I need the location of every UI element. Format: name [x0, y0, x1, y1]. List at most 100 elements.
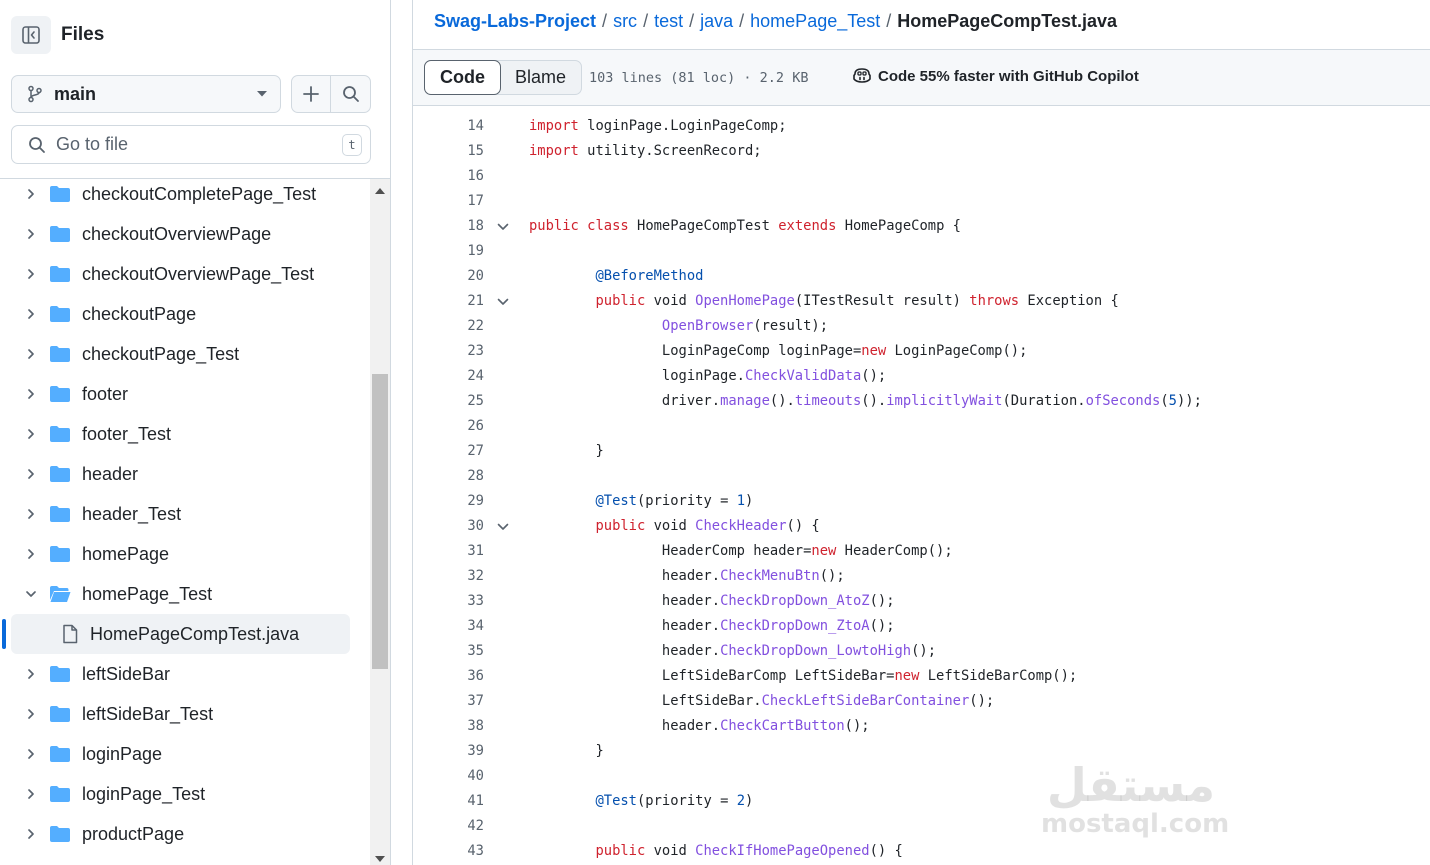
fold-chevron-icon[interactable] — [496, 520, 510, 534]
line-number[interactable]: 30 — [413, 514, 484, 539]
chevron-right-icon[interactable] — [24, 707, 38, 721]
chevron-right-icon[interactable] — [24, 307, 38, 321]
chevron-right-icon[interactable] — [24, 347, 38, 361]
tree-folder-item[interactable]: homePage_Test — [11, 574, 350, 614]
line-number[interactable]: 23 — [413, 339, 484, 364]
line-number[interactable]: 43 — [413, 839, 484, 864]
tree-folder-item[interactable]: checkoutOverviewPage — [11, 214, 350, 254]
code-viewer[interactable]: 14 import loginPage.LoginPageComp; 15 impor… — [413, 107, 1430, 865]
line-number[interactable]: 21 — [413, 289, 484, 314]
line-number[interactable]: 31 — [413, 539, 484, 564]
expand-toggle[interactable] — [23, 746, 39, 762]
tree-folder-item[interactable]: loginPage_Test — [11, 774, 350, 814]
line-number[interactable]: 42 — [413, 814, 484, 839]
fold-chevron-icon[interactable] — [496, 220, 510, 234]
tree-folder-item[interactable]: leftSideBar — [11, 654, 350, 694]
expand-toggle[interactable] — [23, 666, 39, 682]
line-number[interactable]: 34 — [413, 614, 484, 639]
tree-folder-item[interactable]: productPage — [11, 814, 350, 854]
line-number[interactable]: 33 — [413, 589, 484, 614]
line-number[interactable]: 28 — [413, 464, 484, 489]
line-number[interactable]: 26 — [413, 414, 484, 439]
chevron-right-icon[interactable] — [24, 747, 38, 761]
tree-folder-item[interactable]: checkoutPage — [11, 294, 350, 334]
line-number[interactable]: 27 — [413, 439, 484, 464]
tree-folder-item[interactable]: leftSideBar_Test — [11, 694, 350, 734]
breadcrumb-link-homepage-test[interactable]: homePage_Test — [750, 11, 880, 32]
line-number[interactable]: 20 — [413, 264, 484, 289]
chevron-right-icon[interactable] — [24, 787, 38, 801]
go-to-file-input[interactable]: Go to file t — [11, 125, 371, 164]
collapse-sidebar-button[interactable] — [11, 16, 51, 54]
expand-toggle[interactable] — [23, 466, 39, 482]
chevron-right-icon[interactable] — [24, 547, 38, 561]
line-number[interactable]: 14 — [413, 114, 484, 139]
expand-toggle[interactable] — [23, 266, 39, 282]
expand-toggle[interactable] — [23, 306, 39, 322]
expand-toggle[interactable] — [23, 586, 39, 602]
scrollbar-thumb[interactable] — [372, 374, 388, 669]
chevron-right-icon[interactable] — [24, 667, 38, 681]
line-number[interactable]: 15 — [413, 139, 484, 164]
tree-folder-item[interactable]: header — [11, 454, 350, 494]
tree-folder-item[interactable]: footer — [11, 374, 350, 414]
breadcrumb-link-src[interactable]: src — [613, 11, 637, 32]
search-code-button[interactable] — [331, 76, 370, 112]
line-number[interactable]: 25 — [413, 389, 484, 414]
line-number[interactable]: 37 — [413, 689, 484, 714]
chevron-right-icon[interactable] — [24, 187, 38, 201]
line-number[interactable]: 19 — [413, 239, 484, 264]
chevron-down-icon[interactable] — [24, 587, 38, 601]
tree-folder-item[interactable]: loginPage — [11, 734, 350, 774]
scroll-up-arrow-icon[interactable] — [375, 188, 385, 194]
line-number[interactable]: 41 — [413, 789, 484, 814]
tree-folder-item[interactable]: checkoutOverviewPage_Test — [11, 254, 350, 294]
expand-toggle[interactable] — [23, 786, 39, 802]
line-number[interactable]: 36 — [413, 664, 484, 689]
line-number[interactable]: 40 — [413, 764, 484, 789]
tree-folder-item[interactable]: homePage — [11, 534, 350, 574]
breadcrumb-repo-link[interactable]: Swag-Labs-Project — [434, 11, 596, 32]
line-number[interactable]: 24 — [413, 364, 484, 389]
chevron-right-icon[interactable] — [24, 227, 38, 241]
line-number[interactable]: 35 — [413, 639, 484, 664]
tree-folder-item[interactable]: header_Test — [11, 494, 350, 534]
file-tree-scrollbar[interactable] — [370, 179, 390, 865]
line-number[interactable]: 38 — [413, 714, 484, 739]
chevron-right-icon[interactable] — [24, 827, 38, 841]
tree-folder-item[interactable]: checkoutPage_Test — [11, 334, 350, 374]
chevron-right-icon[interactable] — [24, 507, 38, 521]
scroll-down-arrow-icon[interactable] — [375, 856, 385, 862]
line-number[interactable]: 17 — [413, 189, 484, 214]
expand-toggle[interactable] — [23, 546, 39, 562]
tab-code[interactable]: Code — [424, 60, 501, 95]
expand-toggle[interactable] — [23, 826, 39, 842]
line-number[interactable]: 18 — [413, 214, 484, 239]
expand-toggle[interactable] — [23, 506, 39, 522]
line-number[interactable]: 32 — [413, 564, 484, 589]
expand-toggle[interactable] — [23, 346, 39, 362]
add-file-button[interactable] — [292, 76, 332, 112]
chevron-right-icon[interactable] — [24, 467, 38, 481]
line-number[interactable]: 39 — [413, 739, 484, 764]
expand-toggle[interactable] — [23, 426, 39, 442]
tree-file-item[interactable]: HomePageCompTest.java — [11, 614, 350, 654]
tab-blame[interactable]: Blame — [500, 61, 581, 94]
line-number[interactable]: 22 — [413, 314, 484, 339]
copilot-promo-link[interactable]: Code 55% faster with GitHub Copilot — [852, 67, 1139, 85]
expand-toggle[interactable] — [23, 706, 39, 722]
tree-folder-item[interactable]: checkoutCompletePage_Test — [11, 179, 350, 214]
expand-toggle[interactable] — [23, 226, 39, 242]
expand-toggle[interactable] — [23, 386, 39, 402]
tree-folder-item[interactable]: footer_Test — [11, 414, 350, 454]
fold-chevron-icon[interactable] — [496, 295, 510, 309]
line-number[interactable]: 29 — [413, 489, 484, 514]
breadcrumb-link-test[interactable]: test — [654, 11, 683, 32]
breadcrumb-link-java[interactable]: java — [700, 11, 733, 32]
chevron-right-icon[interactable] — [24, 427, 38, 441]
chevron-right-icon[interactable] — [24, 387, 38, 401]
branch-selector-button[interactable]: main — [11, 75, 281, 113]
line-number[interactable]: 16 — [413, 164, 484, 189]
expand-toggle[interactable] — [23, 186, 39, 202]
chevron-right-icon[interactable] — [24, 267, 38, 281]
